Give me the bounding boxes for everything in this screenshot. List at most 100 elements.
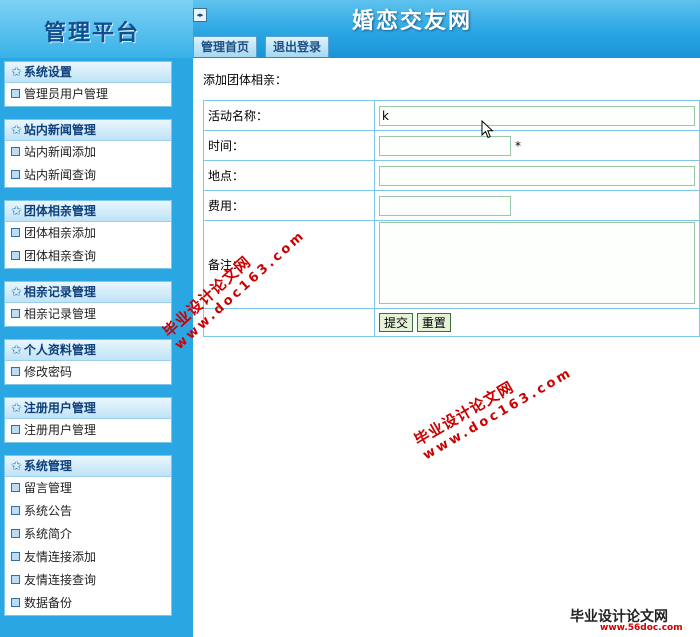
sidebar-item-news-add[interactable]: 站内新闻添加 xyxy=(5,141,171,164)
sidebar-group-header[interactable]: ✩ 注册用户管理 xyxy=(5,398,171,419)
bullet-square-icon xyxy=(11,552,20,561)
sidebar-item-label: 系统公告 xyxy=(24,504,73,518)
field-cell: * xyxy=(374,130,700,161)
field-cell xyxy=(374,100,700,131)
sidebar-item-data-backup[interactable]: 数据备份 xyxy=(5,592,171,615)
sidebar-item-messages[interactable]: 留言管理 xyxy=(5,477,171,500)
bullet-square-icon xyxy=(11,170,20,179)
brand-logo: 毕业设计论文网 www.56doc.com xyxy=(560,604,700,637)
sidebar-item-group-dating-query[interactable]: 团体相亲查询 xyxy=(5,245,171,268)
sidebar-item-system-intro[interactable]: 系统简介 xyxy=(5,523,171,546)
field-label: 地点： xyxy=(203,160,375,191)
sidebar-item-change-password[interactable]: 修改密码 xyxy=(5,361,171,384)
form-title: 添加团体相亲： xyxy=(203,73,288,87)
submit-button[interactable]: 提交 xyxy=(379,313,414,332)
actions-cell: 提交 重置 xyxy=(374,308,700,337)
sidebar-group-news: ✩ 站内新闻管理 站内新闻添加 站内新闻查询 xyxy=(4,119,172,188)
group-title: 相亲记录管理 xyxy=(23,285,96,299)
form-row-place: 地点： xyxy=(203,160,700,191)
sidebar-group-header[interactable]: ✩ 相亲记录管理 xyxy=(5,282,171,303)
activity-name-input[interactable] xyxy=(379,105,695,126)
sidebar-group-header[interactable]: ✩ 系统设置 xyxy=(5,62,171,83)
sidebar-item-label: 注册用户管理 xyxy=(24,423,97,437)
star-icon: ✩ xyxy=(11,343,22,358)
sidebar-item-news-query[interactable]: 站内新闻查询 xyxy=(5,164,171,187)
star-icon: ✩ xyxy=(11,401,22,416)
field-cell xyxy=(374,160,700,191)
main-content: 添加团体相亲： 活动名称： 时间： * 地点： 费用： 备注： 提交 重置 xyxy=(193,58,700,637)
sidebar-group-header[interactable]: ✩ 站内新闻管理 xyxy=(5,120,171,141)
logo-area: 管理平台 xyxy=(0,0,193,58)
tab-logout[interactable]: 退出登录 xyxy=(265,36,330,57)
tab-admin-home[interactable]: 管理首页 xyxy=(193,36,258,57)
form-row-fee: 费用： xyxy=(203,190,700,221)
group-title: 注册用户管理 xyxy=(23,401,96,415)
group-title: 系统管理 xyxy=(23,459,72,473)
remark-textarea[interactable] xyxy=(379,222,695,304)
group-title: 团体相亲管理 xyxy=(23,204,96,218)
bullet-square-icon xyxy=(11,251,20,260)
bullet-square-icon xyxy=(11,483,20,492)
sidebar-item-label: 系统简介 xyxy=(24,527,73,541)
sidebar-item-label: 团体相亲查询 xyxy=(24,249,97,263)
sidebar-item-dating-records[interactable]: 相亲记录管理 xyxy=(5,303,171,326)
group-title: 系统设置 xyxy=(23,65,72,79)
form-row-name: 活动名称： xyxy=(203,100,700,131)
sidebar: ✩ 系统设置 管理员用户管理 ✩ 站内新闻管理 站内新闻添加 站内新闻查询 ✩ 团体相… xyxy=(0,58,193,637)
sidebar-item-friend-link-add[interactable]: 友情连接添加 xyxy=(5,546,171,569)
star-icon: ✩ xyxy=(11,459,22,474)
required-mark: * xyxy=(515,138,521,153)
sidebar-group-profile: ✩ 个人资料管理 修改密码 xyxy=(4,339,172,385)
field-label: 时间： xyxy=(203,130,375,161)
reset-button[interactable]: 重置 xyxy=(416,313,451,332)
sidebar-group-system-management: ✩ 系统管理 留言管理 系统公告 系统简介 友情连接添加 友情连接查询 数据备份 xyxy=(4,455,172,616)
sidebar-group-group-dating: ✩ 团体相亲管理 团体相亲添加 团体相亲查询 xyxy=(4,200,172,269)
bullet-square-icon xyxy=(11,506,20,515)
site-title: 婚恋交友网 xyxy=(352,9,473,34)
bullet-square-icon xyxy=(11,147,20,156)
sidebar-item-label: 留言管理 xyxy=(24,481,73,495)
sidebar-item-label: 修改密码 xyxy=(24,365,73,379)
form-row-time: 时间： * xyxy=(203,130,700,161)
group-title: 站内新闻管理 xyxy=(23,123,96,137)
sidebar-item-label: 管理员用户管理 xyxy=(24,87,109,101)
sidebar-group-header[interactable]: ✩ 团体相亲管理 xyxy=(5,201,171,222)
bullet-square-icon xyxy=(11,598,20,607)
bullet-square-icon xyxy=(11,575,20,584)
sidebar-item-announcements[interactable]: 系统公告 xyxy=(5,500,171,523)
fee-input[interactable] xyxy=(379,195,511,216)
sidebar-group-system-settings: ✩ 系统设置 管理员用户管理 xyxy=(4,61,172,107)
empty-cell xyxy=(203,308,375,337)
sidebar-item-friend-link-query[interactable]: 友情连接查询 xyxy=(5,569,171,592)
bullet-square-icon xyxy=(11,367,20,376)
star-icon: ✩ xyxy=(11,65,22,80)
brand-url: www.56doc.com xyxy=(600,623,683,633)
bullet-square-icon xyxy=(11,89,20,98)
platform-title: 管理平台 xyxy=(44,21,141,46)
sidebar-item-label: 友情连接添加 xyxy=(24,550,97,564)
group-title: 个人资料管理 xyxy=(23,343,96,357)
bullet-square-icon xyxy=(11,309,20,318)
bullet-square-icon xyxy=(11,529,20,538)
star-icon: ✩ xyxy=(11,204,22,219)
bullet-square-icon xyxy=(11,425,20,434)
sidebar-group-registered-users: ✩ 注册用户管理 注册用户管理 xyxy=(4,397,172,443)
sidebar-group-header[interactable]: ✩ 系统管理 xyxy=(5,456,171,477)
sidebar-item-registered-users[interactable]: 注册用户管理 xyxy=(5,419,171,442)
sidebar-item-label: 数据备份 xyxy=(24,596,73,610)
sidebar-toggle-icon[interactable]: ◂▸ xyxy=(193,8,207,22)
field-label: 活动名称： xyxy=(203,100,375,131)
top-header: 管理平台 ◂▸ 婚恋交友网 管理首页 退出登录 xyxy=(0,0,700,58)
star-icon: ✩ xyxy=(11,123,22,138)
sidebar-item-label: 友情连接查询 xyxy=(24,573,97,587)
sidebar-item-label: 站内新闻查询 xyxy=(24,168,97,182)
field-cell xyxy=(374,190,700,221)
sidebar-group-header[interactable]: ✩ 个人资料管理 xyxy=(5,340,171,361)
sidebar-item-group-dating-add[interactable]: 团体相亲添加 xyxy=(5,222,171,245)
bullet-square-icon xyxy=(11,228,20,237)
star-icon: ✩ xyxy=(11,285,22,300)
place-input[interactable] xyxy=(379,165,695,186)
sidebar-item-admin-users[interactable]: 管理员用户管理 xyxy=(5,83,171,106)
sidebar-item-label: 站内新闻添加 xyxy=(24,145,97,159)
field-cell xyxy=(374,220,700,309)
